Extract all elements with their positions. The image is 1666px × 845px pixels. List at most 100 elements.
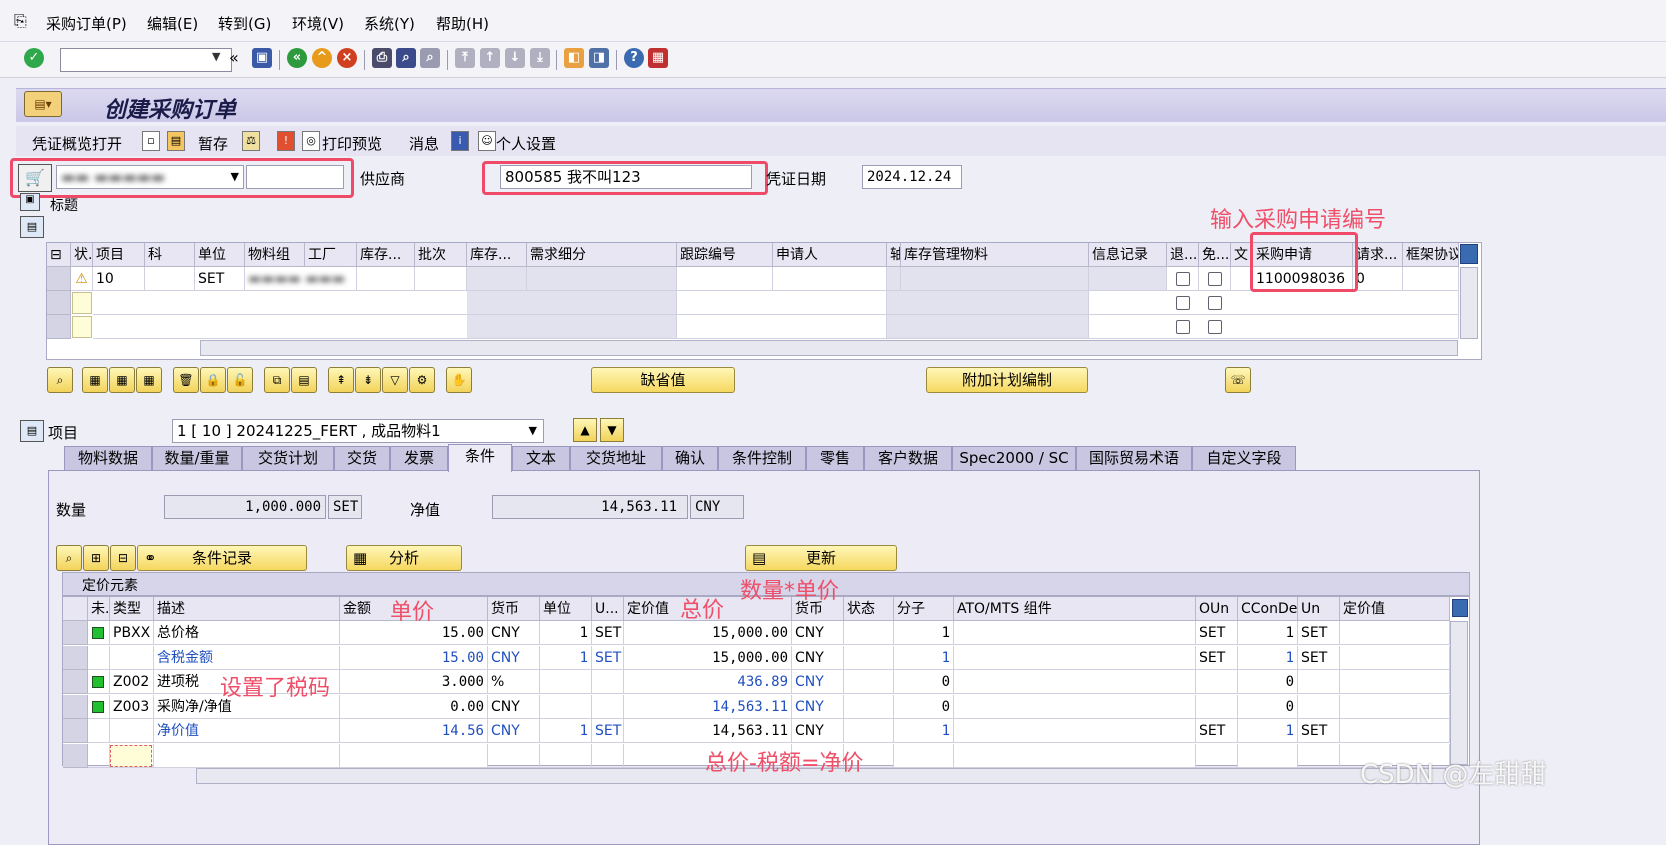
row-selector[interactable] xyxy=(47,315,71,339)
sort-desc-icon[interactable]: ⇟ xyxy=(355,367,381,393)
pricing-cell-ccon[interactable]: 1 xyxy=(1238,719,1298,743)
settings-icon[interactable]: ⚙ xyxy=(409,367,435,393)
pricing-row-selector[interactable] xyxy=(63,743,88,768)
delete-condition-icon[interactable]: ⊟ xyxy=(110,545,136,571)
exit-icon[interactable]: ^ xyxy=(312,48,332,68)
row-selector[interactable] xyxy=(47,291,71,315)
col-requisitioner[interactable]: 申请人 xyxy=(773,243,887,267)
tab-custom-fields[interactable]: 自定义字段 xyxy=(1192,446,1296,470)
pricing-col-uom[interactable]: U... xyxy=(592,597,624,621)
tab-invoice[interactable]: 发票 xyxy=(390,446,448,470)
pricing-cell-per[interactable] xyxy=(540,694,592,719)
col-item[interactable]: 项目 xyxy=(93,243,145,267)
col-unit[interactable]: 单位 xyxy=(195,243,245,267)
messages-button[interactable]: 消息 xyxy=(409,133,439,154)
add-condition-icon[interactable]: ⊞ xyxy=(83,545,109,571)
tab-condition-control[interactable]: 条件控制 xyxy=(718,446,806,470)
pricing-col-ccon[interactable]: CConDe xyxy=(1238,597,1298,621)
menu-goto[interactable]: 转到(G) xyxy=(218,13,271,34)
pricing-cell-uom[interactable]: SET xyxy=(592,719,624,743)
save-icon[interactable]: ▣ xyxy=(252,48,272,68)
pricing-cell-numer[interactable]: 1 xyxy=(894,621,954,645)
tab-conditions[interactable]: 条件 xyxy=(448,444,512,472)
item-detail-expand-icon[interactable]: ▤ xyxy=(20,420,44,442)
col-return[interactable]: 退... xyxy=(1167,243,1199,267)
pricing-cell-curr[interactable]: % xyxy=(488,670,540,694)
create-session-icon[interactable]: ◧ xyxy=(564,48,584,68)
col-free[interactable]: 免... xyxy=(1199,243,1231,267)
additional-planning-button[interactable]: 附加计划编制 xyxy=(926,367,1088,393)
pricing-cell-curr[interactable] xyxy=(488,743,540,768)
cart-icon[interactable]: 🛒 xyxy=(18,164,52,192)
pricing-cell-oun[interactable]: SET xyxy=(1196,719,1238,743)
tab-spec2000[interactable]: Spec2000 / SC xyxy=(952,446,1076,470)
next-item-icon[interactable]: ▼ xyxy=(600,418,624,442)
pricing-cell-un[interactable] xyxy=(1298,743,1340,768)
pricing-cell-un[interactable]: SET xyxy=(1298,719,1340,743)
command-field[interactable] xyxy=(60,48,232,72)
pricing-cell-curr[interactable]: CNY xyxy=(488,645,540,670)
items-expand-icon[interactable]: ▤ xyxy=(20,216,44,238)
pricing-col-numer[interactable]: 分子 xyxy=(894,597,954,621)
batch-cell[interactable] xyxy=(415,267,467,291)
sort-asc-icon[interactable]: ⇞ xyxy=(328,367,354,393)
empty-row-cells[interactable] xyxy=(677,291,887,315)
col-tracking-no[interactable]: 跟踪编号 xyxy=(677,243,773,267)
prev-page-icon[interactable]: ↑ xyxy=(480,48,500,68)
pricing-cell-per[interactable]: 1 xyxy=(540,645,592,670)
col-info-record[interactable]: 信息记录 xyxy=(1089,243,1167,267)
menu-purchase-order[interactable]: 采购订单(P) xyxy=(46,13,127,34)
col-storage[interactable]: 库存... xyxy=(357,243,415,267)
storage-cell[interactable] xyxy=(357,267,415,291)
document-date-field[interactable]: 2024.12.24 xyxy=(862,165,962,189)
document-type-select[interactable]: ▬▬ ▬▬▬▬▬ ▼ xyxy=(56,165,244,189)
pricing-col-status[interactable]: 未. xyxy=(88,597,110,621)
update-button[interactable]: ▤ 更新 xyxy=(745,545,897,571)
pricing-cell-oun[interactable] xyxy=(1196,743,1238,768)
pricing-cell-amount[interactable]: 0.00 xyxy=(340,694,488,719)
menu-edit[interactable]: 编辑(E) xyxy=(147,13,198,34)
pricing-col-curr[interactable]: 货币 xyxy=(488,597,540,621)
pricing-cell-numer[interactable]: 1 xyxy=(894,719,954,743)
pricing-cell-numer[interactable] xyxy=(894,743,954,768)
free-checkbox[interactable] xyxy=(1208,296,1222,310)
requisitioner-cell[interactable] xyxy=(773,267,887,291)
info-icon[interactable]: i xyxy=(451,131,469,151)
transaction-icon[interactable]: ▤▾ xyxy=(24,91,62,117)
col-batch[interactable]: 批次 xyxy=(415,243,467,267)
col-material-group[interactable]: 物料组 xyxy=(245,243,305,267)
pricing-cell-curr[interactable]: CNY xyxy=(488,694,540,719)
item-select[interactable]: 1 [ 10 ] 20241225_FERT , 成品物料1 ▼ xyxy=(172,419,544,443)
vendor-field[interactable]: 800585 我不叫123 xyxy=(500,165,752,189)
col-req-item[interactable]: 请求... xyxy=(1353,243,1403,267)
shortcut-icon[interactable]: ◨ xyxy=(589,48,609,68)
unlock-icon[interactable]: 🔓 xyxy=(227,367,253,393)
last-page-icon[interactable]: ⤓ xyxy=(530,48,550,68)
pricing-col-per[interactable]: 单位 xyxy=(540,597,592,621)
check-icon[interactable]: ⚖ xyxy=(242,131,260,151)
copy-icon[interactable]: ⧉ xyxy=(264,367,290,393)
layout-menu-icon[interactable]: ▦ xyxy=(648,48,668,68)
select-all-icon[interactable]: ▦ xyxy=(82,367,108,393)
pricing-cell-curr[interactable]: CNY xyxy=(488,621,540,645)
command-dropdown-icon[interactable]: ▼ xyxy=(212,50,220,63)
tab-customer-data[interactable]: 客户数据 xyxy=(864,446,952,470)
pricing-cell-oun[interactable] xyxy=(1196,670,1238,694)
empty-row-cells[interactable] xyxy=(677,315,887,339)
cancel-icon[interactable]: × xyxy=(337,48,357,68)
col-req-segment[interactable]: 需求细分 xyxy=(527,243,677,267)
enter-check-icon[interactable]: ✓ xyxy=(24,48,44,68)
col-plant[interactable]: 工厂 xyxy=(305,243,357,267)
pricing-col-desc[interactable]: 描述 xyxy=(154,597,340,621)
pricing-cell-uom[interactable] xyxy=(592,694,624,719)
pricing-col-cond_value2[interactable]: 定价值 xyxy=(1340,597,1450,621)
tab-delivery-schedule[interactable]: 交货计划 xyxy=(242,446,334,470)
pricing-cell-amount[interactable] xyxy=(340,743,488,768)
document-overview-button[interactable]: 凭证概览打开 xyxy=(32,133,122,154)
col-account[interactable]: 科 xyxy=(145,243,195,267)
pricing-col-type[interactable]: 类型 xyxy=(110,597,154,621)
tab-material-data[interactable]: 物料数据 xyxy=(64,446,152,470)
pricing-cell-un[interactable] xyxy=(1298,670,1340,694)
tab-confirmations[interactable]: 确认 xyxy=(662,446,718,470)
pricing-cell-ccon[interactable]: 0 xyxy=(1238,670,1298,694)
